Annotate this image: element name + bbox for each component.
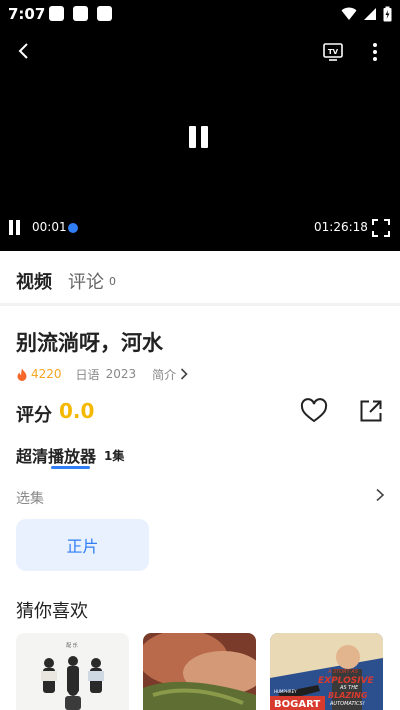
poster-1-text: 配 乐	[66, 642, 78, 649]
comment-count: 0	[109, 275, 116, 288]
tab-video[interactable]: 视频	[16, 268, 52, 294]
movie-title: 别流淌呀，河水	[16, 331, 163, 355]
poster-3-text-6: HUMPHREY	[274, 689, 297, 694]
fullscreen-icon[interactable]	[372, 219, 390, 237]
current-time: 00:01	[32, 220, 67, 234]
episodes-label: 选集	[16, 491, 44, 507]
back-icon[interactable]	[14, 41, 34, 61]
hot-count: 4220	[31, 367, 62, 381]
recommend-poster-2[interactable]	[143, 633, 256, 710]
source-episode-count: 1集	[104, 449, 125, 463]
pause-icon[interactable]	[9, 220, 23, 236]
intro-link[interactable]: 简介	[152, 366, 176, 383]
more-icon[interactable]	[366, 41, 384, 63]
total-time: 01:26:18	[314, 220, 368, 234]
score-label: 评分	[16, 405, 52, 426]
chevron-right-icon[interactable]	[180, 368, 188, 380]
poster-3-text-5: AUTOMATICS!	[329, 701, 365, 707]
poster-3-text-7: BOGART	[274, 699, 320, 710]
tab-comment[interactable]: 评论	[68, 268, 104, 294]
signal-icon	[364, 8, 376, 20]
chevron-right-icon[interactable]	[374, 487, 386, 503]
recommend-poster-1[interactable]: 配 乐	[16, 633, 129, 710]
progress-handle[interactable]	[68, 223, 78, 233]
poster-3-text-1: A STORY AS	[327, 669, 359, 675]
notification-icon	[97, 6, 112, 21]
movie-language: 日语	[75, 367, 100, 382]
notification-icon	[73, 6, 88, 21]
recommend-title: 猜你喜欢	[16, 601, 88, 622]
recommend-poster-3[interactable]: A STORY AS EXPLOSIVE AS THE BLAZING AUTO…	[270, 633, 383, 710]
favorite-icon[interactable]	[300, 398, 328, 424]
video-player[interactable]: 7:07 TV 00:01 01:26:18	[0, 0, 400, 251]
share-icon[interactable]	[359, 399, 383, 423]
movie-meta: 4220 日语 2023 简介	[16, 366, 188, 382]
fire-icon	[17, 368, 27, 381]
svg-text:TV: TV	[328, 48, 339, 56]
center-pause-icon[interactable]	[189, 126, 211, 152]
status-time: 7:07	[8, 5, 46, 23]
status-bar: 7:07	[0, 0, 400, 28]
source-tab[interactable]: 超清播放器	[16, 443, 96, 467]
notification-icon	[49, 6, 64, 21]
tab-bar: 视频 评论 0	[0, 251, 400, 306]
movie-year: 2023	[105, 367, 137, 381]
score-value: 0.0	[59, 399, 95, 423]
source-tab-indicator	[51, 466, 90, 469]
poster-3-text-4: BLAZING	[328, 691, 368, 700]
episode-button[interactable]: 正片	[16, 519, 149, 571]
wifi-icon	[341, 7, 357, 20]
battery-icon	[383, 6, 392, 22]
tv-cast-icon[interactable]: TV	[322, 41, 344, 63]
